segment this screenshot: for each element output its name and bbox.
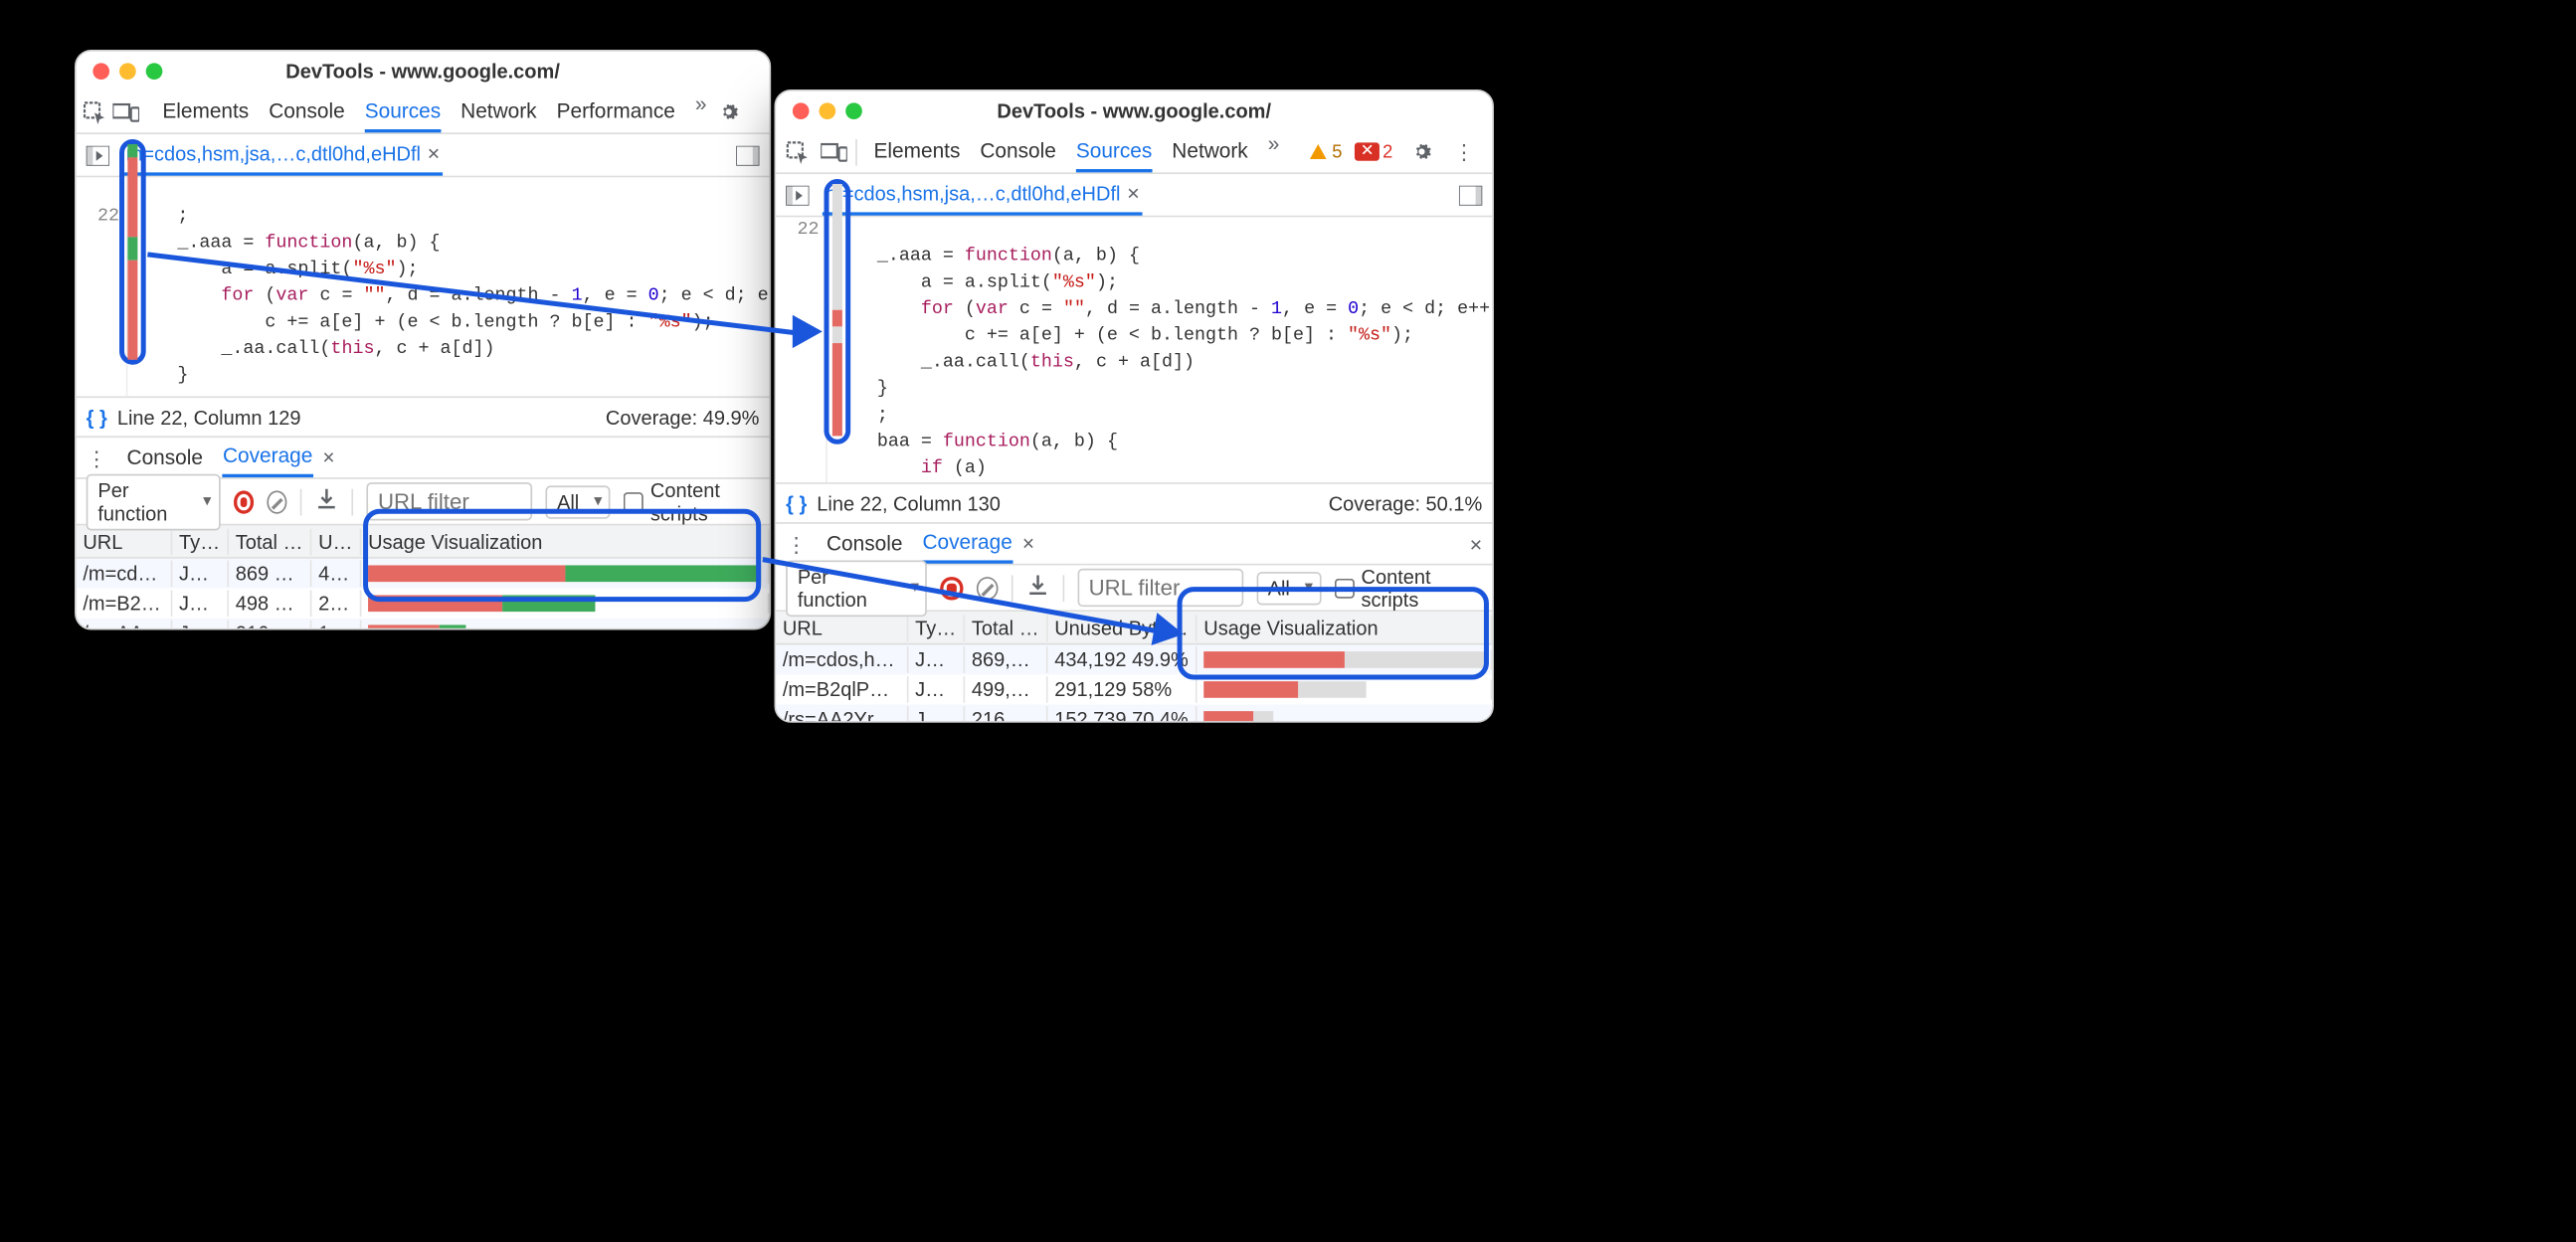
line-number: 22 <box>77 204 119 231</box>
device-icon[interactable] <box>819 137 848 167</box>
close-tab-icon[interactable]: × <box>1127 181 1140 206</box>
main-toolbar: Elements Console Sources Network » 5 ✕2 … <box>776 131 1492 174</box>
close-drawer-tab-icon[interactable]: × <box>1022 532 1034 555</box>
content-scripts-checkbox[interactable]: Content scripts <box>1335 565 1482 612</box>
more-tabs-icon[interactable]: » <box>695 92 707 132</box>
col-url[interactable]: URL <box>776 615 908 641</box>
type-filter-select[interactable]: All <box>1256 571 1322 604</box>
drawer-tab-console[interactable]: Console <box>827 525 902 562</box>
kebab-icon[interactable]: ⋮ <box>1449 137 1479 167</box>
coverage-table: URL Type Total B… U… Usage Visualization… <box>77 525 770 629</box>
table-row[interactable]: /m=B2qlPe,DhlJS (…499,102291,129 58% <box>776 674 1492 704</box>
errors-badge[interactable]: ✕2 <box>1356 142 1393 162</box>
table-row[interactable]: /rs=AA2YrTJS (…216 877155 … <box>77 619 770 630</box>
type-filter-select[interactable]: All <box>545 485 611 518</box>
col-total[interactable]: Total B… <box>965 615 1047 641</box>
drawer-tab-coverage[interactable]: Coverage <box>922 524 1012 564</box>
file-tab-label: m=cdos,hsm,jsa,…c,dtl0hd,eHDfl <box>126 142 421 165</box>
device-icon[interactable] <box>112 97 139 127</box>
navigator-toggle-icon[interactable] <box>83 140 112 170</box>
tab-sources[interactable]: Sources <box>365 92 441 132</box>
kebab-icon[interactable]: ⋮ <box>756 97 771 127</box>
cursor-position: Line 22, Column 129 <box>117 406 301 429</box>
file-tab[interactable]: m=cdos,hsm,jsa,…c,dtl0hd,eHDfl × <box>823 174 1143 216</box>
coverage-stat: Coverage: 49.9% <box>606 406 760 429</box>
tab-elements[interactable]: Elements <box>874 132 961 172</box>
drawer-tab-console[interactable]: Console <box>127 440 203 476</box>
coverage-gutter-1 <box>127 144 137 360</box>
col-type[interactable]: Type <box>909 615 966 641</box>
record-button[interactable] <box>233 490 254 513</box>
drawer-tabs: ⋮ Console Coverage × <box>77 436 770 478</box>
col-url[interactable]: URL <box>77 528 173 555</box>
drawer-menu-icon[interactable]: ⋮ <box>786 531 807 556</box>
coverage-granularity-select[interactable]: Per function <box>87 473 220 530</box>
pretty-print-icon[interactable]: { } <box>87 406 107 429</box>
col-visualization[interactable]: Usage Visualization <box>361 528 769 555</box>
table-row[interactable]: /rs=AA2YrTsw5JS (…216,877152,739 70.4% <box>776 704 1492 722</box>
tab-console[interactable]: Console <box>269 92 344 132</box>
window-title: DevTools - www.google.com/ <box>77 60 770 83</box>
drawer-tabs: ⋮ Console Coverage × × <box>776 522 1492 565</box>
arrow-2-head <box>1152 613 1187 650</box>
coverage-toolbar: Per function All Content scripts <box>77 479 770 526</box>
file-tab-label: m=cdos,hsm,jsa,…c,dtl0hd,eHDfl <box>826 182 1120 205</box>
code-body: _.aaa = function(a, b) { a = a.split("%s… <box>826 217 1492 482</box>
inspect-icon[interactable] <box>783 137 813 167</box>
tab-console[interactable]: Console <box>980 132 1055 172</box>
file-tab[interactable]: m=cdos,hsm,jsa,…c,dtl0hd,eHDfl × <box>122 134 443 176</box>
tab-network[interactable]: Network <box>460 92 536 132</box>
close-drawer-icon[interactable]: × <box>1470 531 1483 556</box>
close-tab-icon[interactable]: × <box>428 141 441 166</box>
status-bar: { } Line 22, Column 129 Coverage: 49.9% <box>77 396 770 436</box>
col-visualization[interactable]: Usage Visualization <box>1197 615 1493 641</box>
status-bar: { } Line 22, Column 130 Coverage: 50.1% <box>776 482 1492 522</box>
tab-sources[interactable]: Sources <box>1076 132 1152 172</box>
devtools-window-1: DevTools - www.google.com/ Elements Cons… <box>75 50 771 629</box>
tab-performance[interactable]: Performance <box>557 92 675 132</box>
table-header: URL Type Total B… U… Usage Visualization <box>77 525 770 558</box>
table-row[interactable]: /m=cdos,hsJS (…869 281435 … <box>77 559 770 589</box>
table-row[interactable]: /m=cdos,hsm,jJS (…869,281434,192 49.9% <box>776 644 1492 674</box>
col-total[interactable]: Total B… <box>229 528 311 555</box>
file-tabs: m=cdos,hsm,jsa,…c,dtl0hd,eHDfl × <box>776 174 1492 217</box>
export-icon[interactable] <box>315 487 338 515</box>
main-toolbar: Elements Console Sources Network Perform… <box>77 91 770 134</box>
export-icon[interactable] <box>1025 574 1048 602</box>
gear-icon[interactable] <box>1406 137 1436 167</box>
pretty-print-icon[interactable]: { } <box>786 491 807 514</box>
coverage-stat: Coverage: 50.1% <box>1329 491 1483 514</box>
window-title: DevTools - www.google.com/ <box>776 99 1492 122</box>
tab-elements[interactable]: Elements <box>162 92 249 132</box>
clear-button[interactable] <box>267 490 286 513</box>
debugger-toggle-icon[interactable] <box>733 140 763 170</box>
code-editor[interactable]: 22 _.aaa = function(a, b) { a = a.split(… <box>776 217 1492 482</box>
cursor-position: Line 22, Column 130 <box>817 491 1001 514</box>
col-type[interactable]: Type <box>172 528 229 555</box>
file-tabs: m=cdos,hsm,jsa,…c,dtl0hd,eHDfl × <box>77 134 770 177</box>
inspect-icon[interactable] <box>83 97 105 127</box>
debugger-toggle-icon[interactable] <box>1456 180 1486 210</box>
navigator-toggle-icon[interactable] <box>783 180 813 210</box>
titlebar: DevTools - www.google.com/ <box>776 91 1492 131</box>
line-number: 22 <box>776 217 819 244</box>
tab-network[interactable]: Network <box>1172 132 1247 172</box>
more-tabs-icon[interactable]: » <box>1268 132 1280 172</box>
url-filter-input[interactable] <box>1077 569 1243 607</box>
coverage-gutter-2 <box>832 184 842 436</box>
gear-icon[interactable] <box>713 97 743 127</box>
code-body: ; _.aaa = function(a, b) { a = a.split("… <box>126 177 770 396</box>
close-drawer-tab-icon[interactable]: × <box>322 445 334 468</box>
drawer-tab-coverage[interactable]: Coverage <box>223 438 312 477</box>
url-filter-input[interactable] <box>366 482 532 520</box>
drawer-menu-icon[interactable]: ⋮ <box>87 445 107 470</box>
content-scripts-checkbox[interactable]: Content scripts <box>624 478 759 525</box>
table-row[interactable]: /m=B2qlPe,JS (…498 764293 … <box>77 589 770 619</box>
arrow-1-head <box>793 315 823 348</box>
warnings-badge[interactable]: 5 <box>1309 142 1343 162</box>
titlebar: DevTools - www.google.com/ <box>77 52 770 91</box>
coverage-toolbar: Per function All Content scripts <box>776 565 1492 612</box>
col-unused[interactable]: U… <box>311 528 361 555</box>
